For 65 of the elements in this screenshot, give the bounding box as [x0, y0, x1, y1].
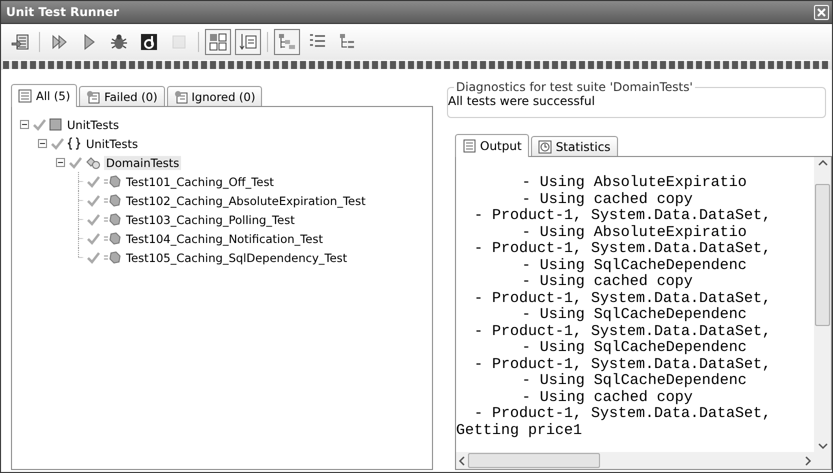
- tab[interactable]: All (5): [11, 84, 78, 107]
- toolbar-button[interactable]: [274, 29, 300, 55]
- toolbar-button[interactable]: [235, 29, 261, 55]
- collapse-icon[interactable]: [20, 120, 29, 129]
- list-icon: [18, 89, 32, 103]
- grid-icon: [209, 33, 227, 51]
- vertical-scrollbar[interactable]: [814, 157, 831, 452]
- output-line: - Using SqlCacheDependenc: [520, 373, 747, 390]
- output-line: - Product-1, System.Data.DataSet,: [473, 324, 772, 340]
- tree-view-icon: [278, 33, 296, 51]
- document-arrow-icon: [11, 33, 29, 51]
- output-line: - Using SqlCacheDependenc: [520, 340, 747, 356]
- square-icon: [49, 118, 62, 131]
- output-line: - Product-1, System.Data.DataSet,: [473, 208, 772, 224]
- tree-item[interactable]: Test102_Caching_AbsoluteExpiration_Test: [124, 194, 368, 208]
- horizontal-scrollbar[interactable]: [456, 452, 814, 469]
- output-line: - Using cached copy: [520, 274, 693, 290]
- tab[interactable]: Statistics: [530, 136, 618, 156]
- output-line: - Using SqlCacheDependenc: [520, 258, 747, 274]
- status-message: All tests were successful: [448, 94, 596, 108]
- method-icon: [103, 213, 121, 226]
- method-icon: [103, 251, 121, 264]
- output-line: - Using AbsoluteExpiratio: [520, 175, 747, 192]
- output-line: - Using AbsoluteExpiratio: [520, 224, 747, 241]
- method-icon: [103, 194, 121, 207]
- collapse-icon[interactable]: [56, 158, 65, 167]
- stop-icon: [170, 33, 188, 51]
- document-icon: [462, 139, 476, 153]
- bulb-list-icon: [174, 90, 188, 104]
- tree-item[interactable]: UnitTests: [84, 136, 140, 150]
- clock-icon: [538, 140, 552, 154]
- scrollbar-thumb[interactable]: [468, 453, 600, 468]
- bug-icon: [110, 33, 128, 51]
- output-line: Getting price1: [456, 422, 582, 439]
- tree-item[interactable]: Test104_Caching_Notification_Test: [124, 232, 325, 246]
- output-line: - Using SqlCacheDependenc: [520, 307, 747, 324]
- output-line: - Product-1, System.Data.DataSet,: [473, 406, 772, 422]
- tab[interactable]: Failed (0): [79, 86, 165, 106]
- hierarchy-icon: [338, 33, 356, 51]
- scrollbar-thumb[interactable]: [815, 184, 830, 326]
- list-arrow-icon: [239, 33, 257, 51]
- output-line: - Product-1, System.Data.DataSet,: [473, 356, 772, 373]
- close-button[interactable]: [814, 4, 829, 20]
- bulb-list-icon: [86, 90, 100, 104]
- toolbar-button[interactable]: [205, 29, 231, 55]
- output-line: - Using cached copy: [520, 192, 693, 208]
- run-all-icon: [50, 33, 68, 51]
- output-line: - Product-1, System.Data.DataSet,: [473, 241, 772, 258]
- tree-item[interactable]: UnitTests: [65, 118, 122, 132]
- method-icon: [103, 175, 121, 188]
- window-title: Unit Test Runner: [6, 5, 120, 19]
- tree-item[interactable]: Test101_Caching_Off_Test: [124, 174, 276, 188]
- close-icon: [817, 8, 826, 16]
- diagnostics-title: Diagnostics for test suite 'DomainTests': [455, 80, 694, 94]
- tree-item[interactable]: Test103_Caching_Polling_Test: [124, 212, 297, 226]
- tree-item[interactable]: DomainTests: [104, 156, 182, 170]
- output-line: - Using cached copy: [520, 390, 693, 406]
- collapse-icon[interactable]: [38, 139, 47, 148]
- tree-item[interactable]: Test105_Caching_SqlDependency_Test: [124, 250, 350, 264]
- output-line: - Product-1, System.Data.DataSet,: [473, 290, 772, 307]
- tab[interactable]: Ignored (0): [166, 86, 262, 106]
- braces-icon: [67, 137, 81, 150]
- method-icon: [103, 232, 121, 245]
- tab[interactable]: Output: [455, 134, 529, 157]
- grip-bar[interactable]: [3, 60, 830, 70]
